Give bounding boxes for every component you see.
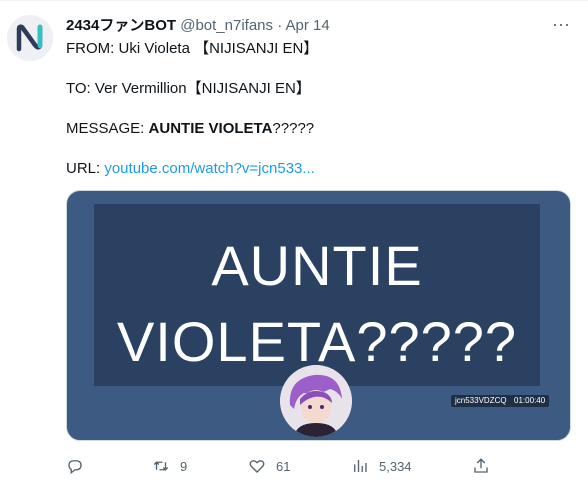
video-card[interactable]: AUNTIE VIOLETA????? jcn533VDZCQ 01:00:40 (66, 190, 571, 441)
from-value: Uki Violeta 【NIJISANJI EN】 (118, 40, 319, 57)
message-bold: AUNTIE VIOLETA (148, 120, 273, 137)
retweet-count: 9 (180, 458, 188, 474)
to-label: TO: (66, 80, 95, 97)
retweet-icon (153, 461, 169, 471)
url-line: URL: youtube.com/watch?v=jcn533... (66, 159, 315, 179)
message-line: MESSAGE: AUNTIE VIOLETA????? (66, 119, 314, 139)
message-label: MESSAGE: (66, 120, 149, 137)
to-line: TO: Ver Vermillion【NIJISANJI EN】 (66, 79, 311, 99)
from-label: FROM: (66, 40, 119, 57)
nijisanji-logo-icon (7, 15, 53, 61)
like-button[interactable]: 61 (248, 456, 290, 476)
character-avatar (280, 365, 352, 437)
retweet-button[interactable]: 9 (152, 456, 187, 476)
views-button[interactable]: 5,334 (351, 456, 412, 476)
action-bar: 9 61 5,334 (66, 456, 576, 476)
share-button[interactable] (472, 456, 490, 476)
video-id-label: jcn533VDZCQ (451, 395, 511, 407)
tweet-date[interactable]: Apr 14 (286, 17, 330, 34)
to-value: Ver Vermillion【NIJISANJI EN】 (94, 80, 311, 97)
duration-label: 01:00:40 (510, 395, 550, 407)
share-icon (474, 458, 488, 473)
from-line: FROM: Uki Violeta 【NIJISANJI EN】 (66, 39, 318, 59)
views-chart-icon (354, 460, 367, 472)
reply-button[interactable] (66, 456, 84, 476)
tweet-header: 2434ファンBOT @bot_n7ifans · Apr 14 (66, 16, 330, 36)
separator: · (277, 17, 283, 34)
thumbnail-line-1: AUNTIE (211, 234, 423, 297)
heart-icon (249, 460, 265, 473)
reply-icon (68, 460, 82, 475)
like-count: 61 (276, 458, 291, 474)
url-link[interactable]: youtube.com/watch?v=jcn533... (104, 160, 315, 177)
handle[interactable]: @bot_n7ifans (180, 17, 273, 34)
views-count: 5,334 (379, 458, 412, 474)
thumbnail-line-2: VIOLETA????? (116, 310, 518, 373)
top-divider (0, 0, 588, 1)
url-label: URL: (66, 160, 105, 177)
thumbnail-panel: AUNTIE VIOLETA????? (94, 204, 540, 386)
display-name[interactable]: 2434ファンBOT (66, 17, 176, 34)
more-horizontal-icon[interactable]: ··· (549, 14, 573, 38)
message-rest: ????? (272, 120, 315, 137)
avatar[interactable] (7, 15, 53, 61)
